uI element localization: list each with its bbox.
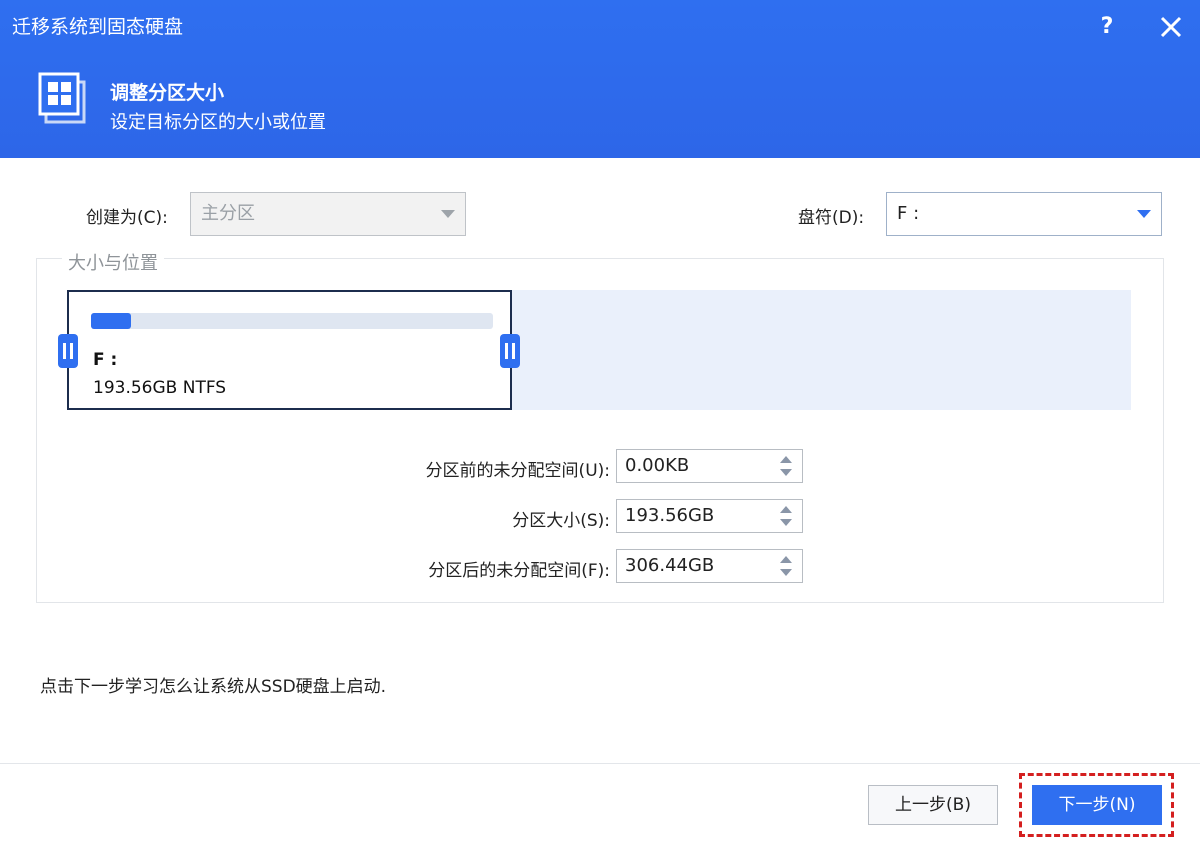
unalloc-after-input[interactable]: 306.44GB (616, 549, 803, 583)
size-position-legend: 大小与位置 (62, 249, 164, 275)
step-subtitle: 设定目标分区的大小或位置 (110, 112, 326, 133)
unalloc-before-label: 分区前的未分配空间(U): (425, 461, 610, 481)
partition-size-fs: 193.56GB NTFS (93, 378, 227, 398)
drive-letter-label: 盘符(D): (798, 208, 865, 228)
unalloc-before-value: 0.00KB (625, 455, 690, 476)
window-title: 迁移系统到固态硬盘 (12, 16, 184, 38)
create-as-select: 主分区 (190, 192, 466, 236)
hint-text: 点击下一步学习怎么让系统从SSD硬盘上启动. (40, 677, 387, 697)
resize-partition-dialog: 迁移系统到固态硬盘 ? 调整分区大小 设定目标分区的大小或位置 创建为(C): … (0, 0, 1200, 852)
left-resize-handle[interactable] (58, 334, 78, 368)
usage-bar-fill (91, 313, 132, 329)
chevron-down-icon (441, 210, 455, 218)
unalloc-after-label: 分区后的未分配空间(F): (428, 561, 610, 581)
dialog-header: 迁移系统到固态硬盘 ? 调整分区大小 设定目标分区的大小或位置 (0, 0, 1200, 158)
spin-arrows-icon[interactable] (780, 456, 792, 476)
partition-size-label: 分区大小(S): (512, 511, 610, 531)
close-icon[interactable] (1156, 12, 1186, 42)
unalloc-after-value: 306.44GB (625, 555, 715, 576)
footer-divider (0, 763, 1200, 764)
spin-arrows-icon[interactable] (780, 556, 792, 576)
help-button[interactable]: ? (1094, 10, 1120, 44)
partition-block[interactable]: F : 193.56GB NTFS (67, 290, 512, 410)
back-button[interactable]: 上一步(B) (868, 785, 998, 825)
drive-letter-value: F : (897, 203, 920, 224)
partition-letter: F : (93, 350, 118, 370)
usage-bar (91, 313, 493, 329)
partition-size-value: 193.56GB (625, 505, 715, 526)
step-title: 调整分区大小 (110, 82, 225, 104)
spin-arrows-icon[interactable] (780, 506, 792, 526)
create-as-value: 主分区 (201, 203, 255, 224)
create-as-label: 创建为(C): (86, 208, 168, 228)
unallocated-area (512, 290, 1131, 410)
right-resize-handle[interactable] (500, 334, 520, 368)
unalloc-before-input[interactable]: 0.00KB (616, 449, 803, 483)
partition-layout-icon (38, 72, 88, 126)
partition-size-input[interactable]: 193.56GB (616, 499, 803, 533)
drive-letter-select[interactable]: F : (886, 192, 1162, 236)
next-button-highlight (1019, 773, 1174, 837)
chevron-down-icon (1137, 210, 1151, 218)
